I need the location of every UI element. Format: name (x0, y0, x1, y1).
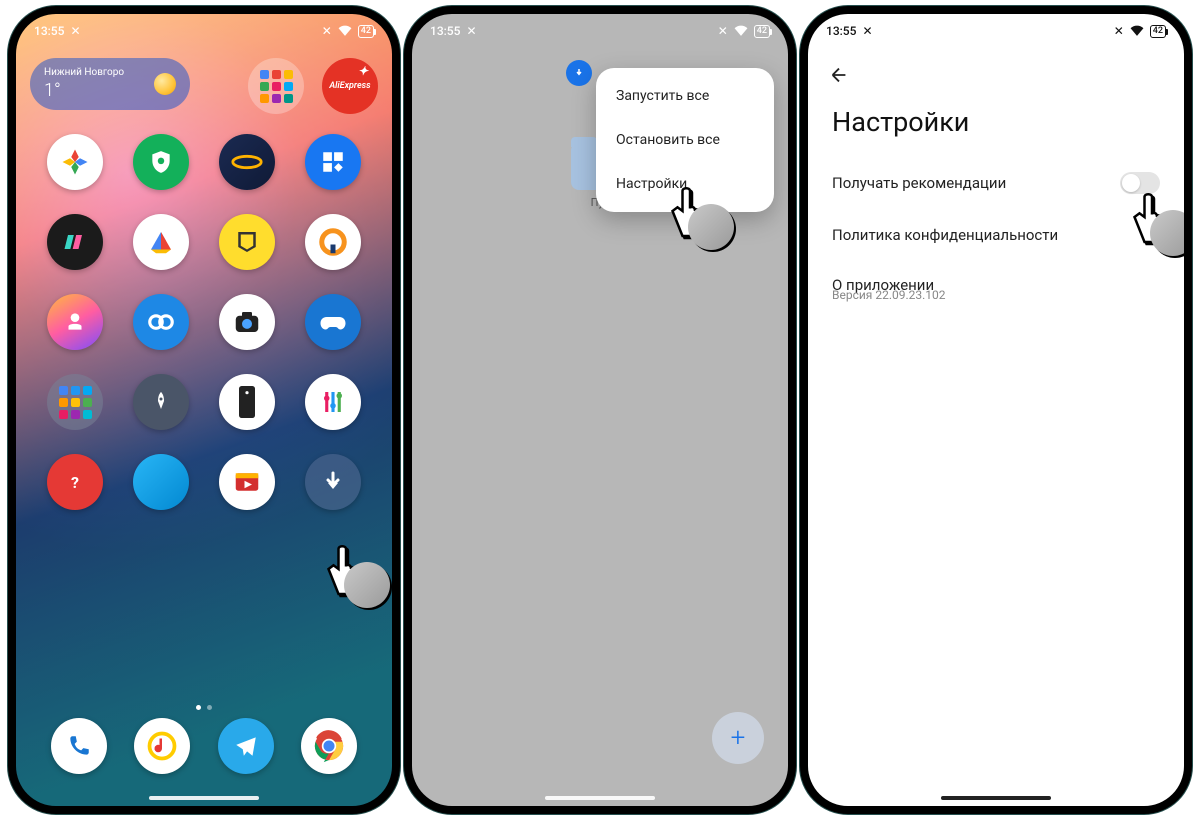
wifi-icon (338, 24, 352, 39)
dnd-icon: ✕ (70, 24, 80, 38)
app-folder[interactable] (248, 58, 304, 114)
tiles-app[interactable] (305, 134, 361, 190)
sparkle-icon: ✦ (358, 64, 368, 78)
phone-home: 13:55 ✕ ✕ 42 Нижний Новгоро 1° (8, 6, 400, 814)
page-indicator (16, 705, 392, 710)
fab-add[interactable]: + (712, 712, 764, 764)
sync-app[interactable] (133, 294, 189, 350)
aliexpress-app[interactable]: ✦ AliExpress (322, 58, 378, 114)
version-label: Версия 22.09.23.102 (832, 288, 1160, 312)
app-grid: ? (16, 134, 392, 510)
dock-phone[interactable] (51, 718, 107, 774)
copilot-app[interactable] (47, 214, 103, 270)
battery-icon: 42 (358, 25, 374, 38)
games-app[interactable] (305, 294, 361, 350)
dnd-icon: ✕ (466, 24, 476, 38)
dock-chrome[interactable] (301, 718, 357, 774)
home-screen[interactable]: 13:55 ✕ ✕ 42 Нижний Новгоро 1° (16, 14, 392, 806)
sun-icon (154, 73, 176, 95)
battery-icon: 42 (1150, 25, 1166, 38)
weather-city: Нижний Новгоро (44, 66, 124, 79)
menu-stop-all[interactable]: Остановить все (596, 118, 774, 162)
app-folder-2[interactable] (47, 374, 103, 430)
dock (16, 718, 392, 788)
photos-app[interactable] (47, 134, 103, 190)
browser-app[interactable] (133, 454, 189, 510)
menu-settings[interactable]: Настройки (596, 162, 774, 206)
cursor-icon (316, 544, 376, 604)
menu-start-all[interactable]: Запустить все (596, 74, 774, 118)
dnd-icon: ✕ (862, 24, 872, 38)
settings-list: Получать рекомендации Политика конфиденц… (808, 146, 1184, 322)
sim-icon: ✕ (322, 24, 332, 38)
security-app[interactable] (133, 134, 189, 190)
gesture-bar[interactable] (149, 796, 259, 800)
weather-temp: 1° (44, 79, 124, 102)
downloads-screen[interactable]: 13:55 ✕ ✕ 42 Пус Запустить все Остановит… (412, 14, 788, 806)
recommend-toggle[interactable] (1120, 172, 1160, 194)
clock: 13:55 (430, 24, 460, 38)
sim-icon: ✕ (718, 24, 728, 38)
video-app[interactable] (219, 454, 275, 510)
clock: 13:55 (826, 24, 856, 38)
camera-app[interactable] (219, 294, 275, 350)
sim-icon: ✕ (1114, 24, 1124, 38)
download-indicator-icon[interactable] (566, 60, 592, 86)
gesture-bar[interactable] (941, 796, 1051, 800)
phone-settings: 13:55 ✕ ✕ 42 Настройки Получать рекоменд… (800, 6, 1192, 814)
row-recommendations[interactable]: Получать рекомендации (832, 156, 1160, 210)
openvpn-app[interactable] (305, 214, 361, 270)
wifi-icon (1130, 24, 1144, 39)
gesture-bar[interactable] (545, 796, 655, 800)
status-bar: 13:55 ✕ ✕ 42 (808, 14, 1184, 42)
newhome-app[interactable] (47, 294, 103, 350)
phone-downloads: 13:55 ✕ ✕ 42 Пус Запустить все Остановит… (404, 6, 796, 814)
page-title: Настройки (808, 92, 1184, 146)
remote-app[interactable] (219, 374, 275, 430)
context-menu: Запустить все Остановить все Настройки (596, 68, 774, 212)
rocket-app[interactable] (133, 374, 189, 430)
status-bar: 13:55 ✕ ✕ 42 (16, 14, 392, 42)
files-app[interactable] (133, 214, 189, 270)
row-privacy[interactable]: Политика конфиденциальности (832, 210, 1160, 260)
back-button[interactable] (808, 42, 1184, 92)
planet-app[interactable] (219, 134, 275, 190)
downloads-app[interactable] (305, 454, 361, 510)
tinkoff-app[interactable] (219, 214, 275, 270)
dock-telegram[interactable] (218, 718, 274, 774)
clock: 13:55 (34, 24, 64, 38)
equalizer-app[interactable] (305, 374, 361, 430)
battery-icon: 42 (754, 25, 770, 38)
status-bar: 13:55 ✕ ✕ 42 (412, 14, 788, 42)
dock-music[interactable] (134, 718, 190, 774)
miui-app[interactable]: ? (47, 454, 103, 510)
weather-widget[interactable]: Нижний Новгоро 1° (30, 58, 190, 110)
wifi-icon (734, 24, 748, 39)
settings-screen[interactable]: 13:55 ✕ ✕ 42 Настройки Получать рекоменд… (808, 14, 1184, 806)
